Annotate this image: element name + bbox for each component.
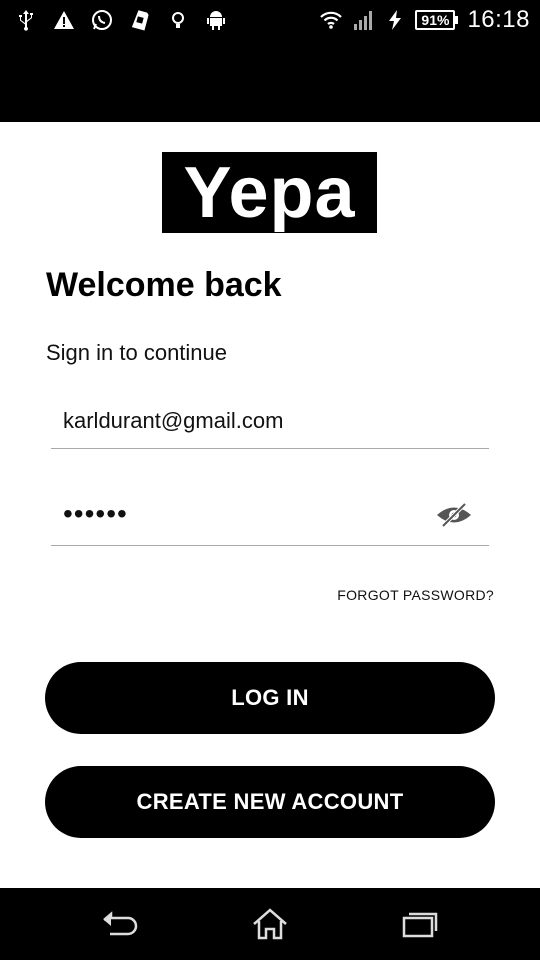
create-account-button[interactable]: CREATE NEW ACCOUNT: [45, 766, 495, 838]
email-field[interactable]: [51, 408, 423, 434]
navigation-bar: [0, 888, 540, 960]
charging-icon: [389, 10, 402, 30]
app-logo: Yepa: [162, 152, 377, 233]
usb-icon: [19, 10, 33, 31]
whatsapp-icon: [92, 10, 112, 30]
back-icon[interactable]: [100, 906, 140, 942]
recent-apps-icon[interactable]: [400, 906, 440, 942]
notification-icons: [14, 6, 228, 34]
email-field-container: [51, 408, 489, 449]
forgot-password-link[interactable]: FORGOT PASSWORD?: [337, 587, 494, 603]
signal-icon: [354, 11, 373, 30]
page-title: Welcome back: [46, 266, 282, 304]
page-subtitle: Sign in to continue: [46, 340, 228, 365]
eye-off-icon[interactable]: [435, 502, 473, 528]
system-icons: 91% 16:18: [319, 6, 530, 34]
password-field-container: [51, 498, 489, 546]
status-bar: 91% 16:18: [0, 0, 540, 122]
wifi-icon: [320, 11, 343, 29]
password-field[interactable]: [51, 498, 423, 530]
login-button[interactable]: LOG IN: [45, 662, 495, 734]
lightbulb-icon: [172, 12, 184, 28]
warning-icon: [54, 11, 74, 29]
home-icon[interactable]: [250, 906, 290, 942]
android-icon: [207, 11, 225, 30]
sim-card-icon: [131, 10, 149, 31]
clock: 16:18: [467, 6, 530, 33]
battery-indicator: 91%: [415, 10, 459, 30]
